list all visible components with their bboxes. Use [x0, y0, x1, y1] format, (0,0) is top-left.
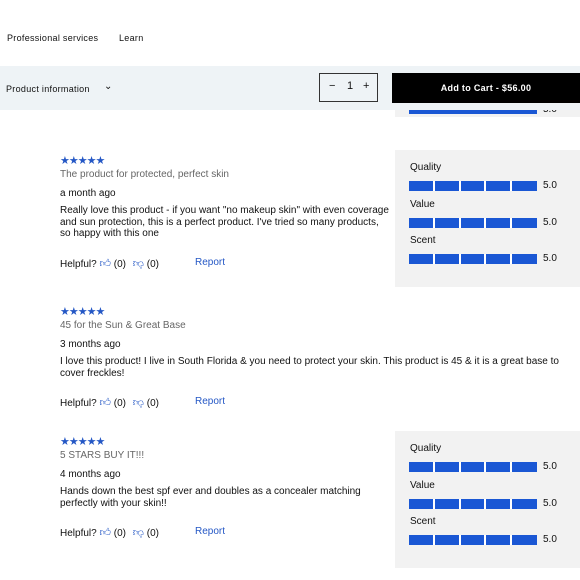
star-rating: ★★★★★: [60, 155, 105, 167]
review-item: ★★★★★ 5 STARS BUY IT!!! 4 months ago Han…: [60, 435, 390, 509]
helpful-down-count: (0): [146, 528, 159, 539]
helpful-up-count: (0): [113, 398, 126, 409]
thumbs-up-icon[interactable]: 👍︎: [99, 258, 111, 270]
metric-label-quality: Quality: [410, 162, 442, 173]
nav-link-professional-services[interactable]: Professional services: [7, 33, 98, 43]
top-nav: Professional services Learn: [0, 0, 580, 66]
helpful-up-count: (0): [113, 259, 126, 270]
helpful-row: Helpful? 👍︎ (0) 👎︎ (0): [60, 396, 159, 409]
metric-value-value: 5.0: [543, 498, 557, 509]
review-date: 3 months ago: [60, 339, 121, 350]
review-date: 4 months ago: [60, 469, 121, 480]
thumbs-down-icon[interactable]: 👎︎: [133, 258, 144, 270]
metric-bar-value: [409, 499, 537, 509]
review-date: a month ago: [60, 188, 116, 199]
metric-label-value: Value: [410, 480, 435, 491]
helpful-up-count: (0): [113, 528, 126, 539]
metric-bar-scent: [409, 535, 537, 545]
review-body: Really love this product - if you want "…: [60, 205, 389, 239]
helpful-label: Helpful?: [60, 259, 97, 270]
thumbs-up-icon[interactable]: 👍︎: [99, 397, 111, 409]
review-title: 45 for the Sun & Great Base: [60, 320, 186, 331]
metric-value-quality: 5.0: [543, 461, 557, 472]
helpful-row: Helpful? 👍︎ (0) 👎︎ (0): [60, 257, 159, 270]
quantity-decrement-button[interactable]: −: [329, 80, 335, 92]
helpful-down-count: (0): [146, 398, 159, 409]
add-to-cart-button[interactable]: Add to Cart - $56.00: [392, 73, 580, 103]
metric-bar-value: [409, 218, 537, 228]
review-title: The product for protected, perfect skin: [60, 169, 229, 180]
helpful-down-count: (0): [146, 259, 159, 270]
helpful-row: Helpful? 👍︎ (0) 👎︎ (0): [60, 526, 159, 539]
metric-bar-quality: [409, 181, 537, 191]
helpful-label: Helpful?: [60, 398, 97, 409]
report-link[interactable]: Report: [195, 396, 225, 407]
metric-value-quality: 5.0: [543, 180, 557, 191]
metric-label-value: Value: [410, 199, 435, 210]
quantity-stepper: − 1 +: [319, 73, 378, 102]
review-body: Hands down the best spf ever and doubles…: [60, 486, 361, 509]
review-body: I love this product! I live in South Flo…: [60, 356, 559, 379]
product-information-toggle[interactable]: Product information: [6, 84, 90, 94]
review-metrics-panel: Quality 5.0 Value 5.0 Scent 5.0: [395, 431, 580, 568]
quantity-increment-button[interactable]: +: [363, 80, 369, 92]
review-metrics-panel: Quality 5.0 Value 5.0 Scent 5.0: [395, 150, 580, 287]
metric-value-scent: 5.0: [543, 534, 557, 545]
review-title: 5 STARS BUY IT!!!: [60, 450, 145, 461]
report-link[interactable]: Report: [195, 257, 225, 268]
metric-value-scent: 5.0: [543, 253, 557, 264]
metric-label-quality: Quality: [410, 443, 442, 454]
review-item: ★★★★★ 45 for the Sun & Great Base 3 mont…: [60, 305, 570, 379]
report-link[interactable]: Report: [195, 526, 225, 537]
metric-value-value: 5.0: [543, 217, 557, 228]
metric-label-scent: Scent: [410, 235, 436, 246]
star-rating: ★★★★★: [60, 436, 105, 448]
metric-label-scent: Scent: [410, 516, 436, 527]
thumbs-down-icon[interactable]: 👎︎: [133, 397, 144, 409]
chevron-down-icon[interactable]: ⌄: [104, 81, 112, 92]
thumbs-up-icon[interactable]: 👍︎: [99, 527, 111, 539]
review-item: ★★★★★ The product for protected, perfect…: [60, 154, 390, 240]
quantity-value: 1: [347, 80, 354, 92]
helpful-label: Helpful?: [60, 528, 97, 539]
metric-bar-quality: [409, 462, 537, 472]
nav-link-learn[interactable]: Learn: [119, 33, 144, 43]
metric-bar-scent: [409, 254, 537, 264]
star-rating: ★★★★★: [60, 306, 105, 318]
thumbs-down-icon[interactable]: 👎︎: [133, 527, 144, 539]
